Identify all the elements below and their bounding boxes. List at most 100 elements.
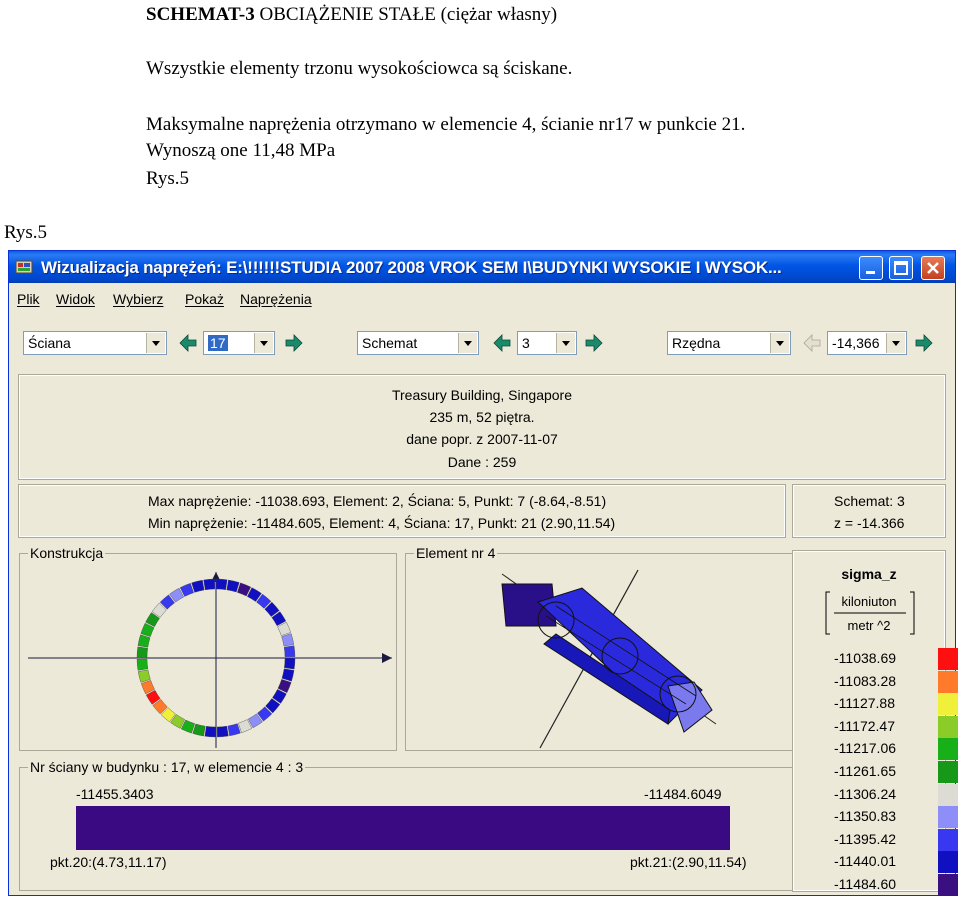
wall-segment (191, 579, 205, 593)
z-coordinate: z = -14.366 (834, 515, 905, 531)
document-title: SCHEMAT-3 OBCIĄŻENIE STAŁE (ciężar własn… (146, 4, 558, 25)
menu-pokaz[interactable]: Pokaż (185, 291, 224, 307)
stress-stats-panel: Max naprężenie: -11038.693, Element: 2, … (18, 484, 786, 538)
close-button[interactable] (921, 256, 945, 280)
legend-swatch (938, 648, 958, 670)
app-window: Wizualizacja naprężeń: E:\!!!!!!STUDIA 2… (8, 250, 958, 896)
sciana-number-select[interactable]: 17 (203, 331, 275, 355)
chevron-down-icon[interactable] (886, 333, 905, 353)
legend-title: sigma_z (841, 566, 897, 582)
chevron-down-icon[interactable] (770, 333, 789, 353)
chevron-down-icon[interactable] (458, 333, 477, 353)
doc-paragraph-1: Wszystkie elementy trzonu wysokościowca … (146, 58, 573, 79)
wall-segment (136, 646, 148, 659)
maximize-icon (894, 261, 908, 275)
unit-numerator: kiloniuton (841, 594, 897, 609)
unit-denominator: metr ^2 (847, 618, 891, 633)
wall-segment (227, 723, 241, 737)
app-icon (15, 260, 33, 274)
legend-value: -11395.42 (834, 830, 897, 847)
wall-segment (137, 634, 151, 648)
min-stress: Min naprężenie: -11484.605, Element: 4, … (148, 515, 616, 531)
rzedna-select[interactable]: Rzędna (667, 331, 791, 355)
menu-widok[interactable]: Widok (56, 291, 95, 307)
legend-swatch (938, 693, 958, 716)
legend-swatch (938, 828, 958, 851)
wall-segment (216, 725, 229, 738)
building-name: Treasury Building, Singapore (391, 387, 573, 403)
prev-schemat-button[interactable] (491, 331, 513, 355)
legend-value: -11306.24 (834, 785, 897, 802)
schemat-label: Schemat: 3 (834, 493, 905, 509)
data-count: Dane : 259 (447, 454, 517, 470)
bar-left-value: -11455.3403 (76, 786, 154, 802)
next-rzedna-button[interactable] (913, 331, 935, 355)
legend-value: -11261.65 (834, 763, 897, 779)
wall-segment (283, 645, 296, 658)
legend-swatch (938, 806, 958, 829)
legend-value: -11083.28 (834, 672, 897, 689)
legend-swatch (938, 670, 958, 693)
building-info-panel: Treasury Building, Singapore 235 m, 52 p… (18, 374, 946, 480)
legend-swatch (938, 851, 958, 874)
prev-rzedna-button[interactable] (801, 331, 823, 355)
legend-value: -11484.60 (834, 876, 897, 892)
construction-view: Konstrukcja (19, 545, 397, 751)
prev-sciana-button[interactable] (177, 331, 199, 355)
wall-segment (136, 658, 149, 671)
bar-right-point: pkt.21:(2.90,11.54) (630, 854, 747, 870)
wall-segment (284, 657, 296, 670)
max-stress: Max naprężenie: -11038.693, Element: 2, … (148, 493, 607, 509)
legend-swatch (938, 715, 958, 738)
wall-segment (203, 578, 216, 591)
sciana-select[interactable]: Ściana (23, 331, 167, 355)
chevron-down-icon[interactable] (254, 333, 273, 353)
title-bar[interactable]: Wizualizacja naprężeń: E:\!!!!!!STUDIA 2… (9, 251, 955, 283)
legend-value: -11127.88 (834, 695, 895, 712)
legend-value: -11440.01 (834, 853, 897, 870)
minimize-button[interactable] (859, 256, 883, 280)
element-3d-diagram (501, 569, 717, 749)
legend-value: -11217.06 (834, 740, 897, 757)
stress-bar (76, 806, 730, 850)
wall-segment (281, 668, 295, 682)
wall-segment (215, 578, 228, 590)
wall-segment (281, 633, 295, 647)
schemat-number-select[interactable]: 3 (517, 331, 577, 355)
legend-value: -11172.47 (834, 717, 895, 734)
menu-bar: Plik Widok Wybierz Pokaż Naprężenia (9, 283, 955, 313)
color-legend-panel: sigma_z kiloniuton metr ^2 -11038.69 -110… (792, 550, 958, 896)
bar-right-value: -11484.6049 (644, 786, 722, 802)
element-view: Element nr 4 (405, 545, 793, 751)
legend-swatch (938, 874, 958, 896)
data-date: dane popr. z 2007-11-07 (406, 431, 558, 447)
wall-segment (204, 726, 217, 738)
wall-segment (137, 669, 151, 683)
doc-paragraph-3: Wynoszą one 11,48 MPa (146, 140, 336, 161)
maximize-button[interactable] (889, 256, 913, 280)
legend-value: -11038.69 (834, 650, 897, 666)
legend-value: -11350.83 (834, 808, 897, 825)
chevron-down-icon[interactable] (146, 333, 165, 353)
legend-swatch (938, 738, 958, 761)
legend-swatch (938, 783, 958, 806)
close-icon (927, 262, 939, 274)
schemat-panel: Schemat: 3 z = -14.366 (792, 484, 946, 538)
next-sciana-button[interactable] (283, 331, 305, 355)
rzedna-value-select[interactable]: -14,366 (827, 331, 907, 355)
wall-number-label: Nr ściany w budynku : 17, w elemencie 4 … (28, 759, 306, 775)
doc-paragraph-2: Maksymalne naprężenia otrzymano w elemen… (146, 114, 746, 135)
bar-left-point: pkt.20:(4.73,11.17) (50, 854, 167, 870)
schemat-select[interactable]: Schemat (357, 331, 479, 355)
menu-plik[interactable]: Plik (17, 291, 40, 307)
menu-naprezenia[interactable]: Naprężenia (240, 291, 312, 307)
next-schemat-button[interactable] (583, 331, 605, 355)
tower-section-diagram (28, 572, 392, 748)
legend-swatch (938, 761, 958, 783)
building-height: 235 m, 52 piętra. (429, 409, 535, 425)
wall-stress-view: Nr ściany w budynku : 17, w elemencie 4 … (19, 759, 793, 891)
figure-caption: Rys.5 (4, 222, 48, 243)
menu-wybierz[interactable]: Wybierz (113, 291, 163, 307)
doc-figure-label: Rys.5 (146, 168, 190, 189)
chevron-down-icon[interactable] (556, 333, 575, 353)
